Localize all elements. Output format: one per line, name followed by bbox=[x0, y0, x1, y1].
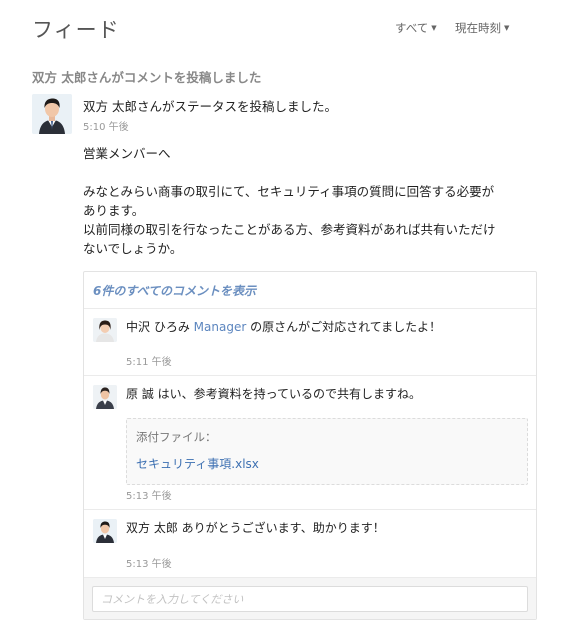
comment-timestamp: 5:11 午後 bbox=[126, 357, 172, 368]
attachment-label: 添付ファイル： bbox=[136, 430, 217, 444]
show-all-comments-link[interactable]: 6件のすべてのコメントを表示 bbox=[93, 282, 256, 299]
divider bbox=[84, 308, 536, 309]
user-photo-icon bbox=[93, 385, 117, 409]
comment-text: 中沢 ひろみ Manager の原さんがご対応されてましたよ！ bbox=[126, 318, 441, 335]
post-line: 営業メンバーへ bbox=[83, 146, 171, 161]
post-line: ないでしょうか。 bbox=[83, 241, 183, 256]
user-photo-icon bbox=[93, 318, 117, 342]
attachment-box: 添付ファイル： セキュリティ事項.xlsx bbox=[126, 418, 528, 485]
feed-page: フィード すべて ▼ 現在時刻 ▼ 双方 太郎さんがコメントを投稿しました 双方 太… bbox=[0, 0, 568, 636]
avatar-nakazawa-hiromi[interactable] bbox=[93, 318, 117, 342]
comment-author[interactable]: 原 誠 bbox=[126, 387, 154, 401]
page-title: フィード bbox=[32, 18, 120, 42]
comment-text: 双方 太郎 ありがとうございます、助かります！ bbox=[126, 519, 385, 536]
divider bbox=[84, 509, 536, 510]
activity-heading: 双方 太郎さんがコメントを投稿しました bbox=[32, 70, 262, 85]
comment-timestamp: 5:13 午後 bbox=[126, 491, 172, 502]
avatar-hara-makoto[interactable] bbox=[93, 385, 117, 409]
post-timestamp: 5:10 午後 bbox=[83, 122, 129, 133]
attachment-file-link[interactable]: セキュリティ事項.xlsx bbox=[136, 455, 259, 472]
avatar-sofang-taro[interactable] bbox=[93, 519, 117, 543]
caret-down-icon: ▼ bbox=[504, 24, 510, 32]
filter-all-dropdown[interactable]: すべて ▼ bbox=[395, 20, 437, 36]
post-line: あります。 bbox=[83, 203, 145, 218]
comment-composer bbox=[84, 577, 536, 619]
mention-link[interactable]: Manager bbox=[194, 320, 247, 334]
filter-all-label: すべて bbox=[395, 21, 429, 35]
comment-timestamp: 5:13 午後 bbox=[126, 559, 172, 570]
post-line: みなとみらい商事の取引にて、セキュリティ事項の質問に回答する必要が bbox=[83, 184, 495, 199]
filter-time-dropdown[interactable]: 現在時刻 ▼ bbox=[455, 20, 509, 36]
post-line: 以前同様の取引を行なったことがある方、参考資料があれば共有いただけ bbox=[83, 222, 496, 237]
comment-author[interactable]: 双方 太郎 bbox=[126, 521, 178, 535]
avatar-sofang-taro[interactable] bbox=[32, 94, 72, 134]
filter-time-label: 現在時刻 bbox=[455, 21, 501, 35]
comment-author[interactable]: 中沢 ひろみ bbox=[126, 320, 190, 334]
divider bbox=[84, 375, 536, 376]
post-author-line: 双方 太郎さんがステータスを投稿しました。 bbox=[83, 99, 337, 114]
comment-body: ありがとうございます、助かります！ bbox=[181, 521, 385, 535]
user-photo-icon bbox=[32, 94, 72, 134]
caret-down-icon: ▼ bbox=[431, 24, 437, 32]
comment-body: の原さんがご対応されてましたよ！ bbox=[250, 320, 442, 334]
comment-input[interactable] bbox=[92, 586, 528, 612]
user-photo-icon bbox=[93, 519, 117, 543]
comments-panel: 6件のすべてのコメントを表示 中沢 ひろみ Manager の原さんがご対応され… bbox=[83, 271, 537, 620]
comment-text: 原 誠 はい、参考資料を持っているので共有しますね。 bbox=[126, 385, 421, 402]
post-body: 営業メンバーへ みなとみらい商事の取引にて、セキュリティ事項の質問に回答する必要… bbox=[83, 144, 528, 258]
comment-body: はい、参考資料を持っているので共有しますね。 bbox=[157, 387, 422, 401]
